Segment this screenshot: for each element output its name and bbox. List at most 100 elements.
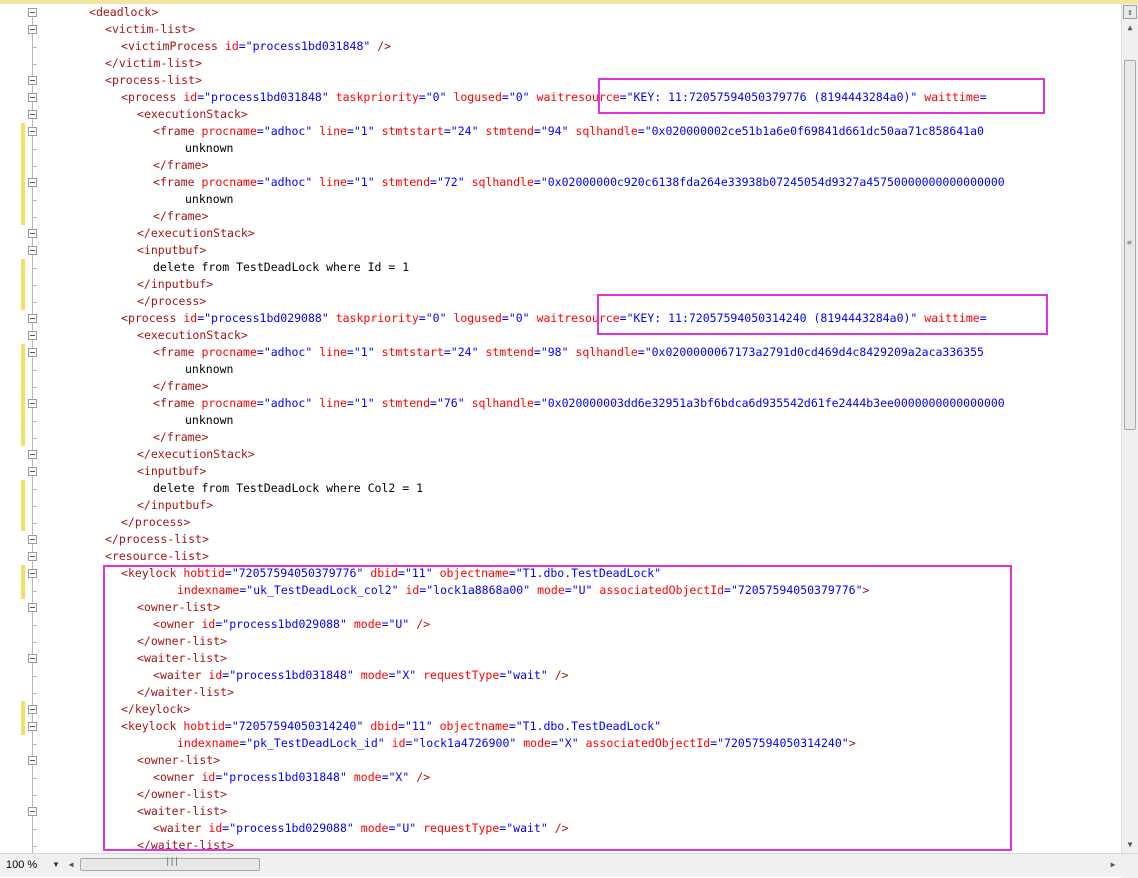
code-line[interactable]: <inputbuf>	[137, 463, 206, 480]
code-token: ="1"	[346, 396, 375, 410]
code-line[interactable]: unknown	[185, 140, 233, 157]
collapse-icon[interactable]	[28, 807, 37, 816]
code-line[interactable]: <deadlock>	[89, 4, 158, 21]
code-line[interactable]: </keylock>	[121, 701, 190, 718]
code-line[interactable]: <waiter-list>	[137, 803, 227, 820]
scroll-down-icon[interactable]: ▼	[1122, 837, 1138, 853]
collapse-icon[interactable]	[28, 25, 37, 34]
collapse-icon[interactable]	[28, 76, 37, 85]
code-line[interactable]: indexname="pk_TestDeadLock_id" id="lock1…	[177, 735, 856, 752]
collapse-icon[interactable]	[28, 654, 37, 663]
collapse-icon[interactable]	[28, 229, 37, 238]
code-line[interactable]: <waiter id="process1bd029088" mode="U" r…	[153, 820, 569, 837]
code-line[interactable]: </waiter-list>	[137, 837, 234, 853]
code-line[interactable]: unknown	[185, 361, 233, 378]
collapse-icon[interactable]	[28, 552, 37, 561]
code-line[interactable]: </frame>	[153, 429, 208, 446]
code-line[interactable]: <keylock hobtid="72057594050314240" dbid…	[121, 718, 661, 735]
code-line[interactable]: <waiter id="process1bd031848" mode="X" r…	[153, 667, 569, 684]
code-line[interactable]: <owner-list>	[137, 599, 220, 616]
code-token: />	[554, 668, 569, 682]
code-line[interactable]: indexname="uk_TestDeadLock_col2" id="loc…	[177, 582, 869, 599]
code-line[interactable]: <waiter-list>	[137, 650, 227, 667]
code-token: mode	[360, 668, 389, 682]
collapse-icon[interactable]	[28, 467, 37, 476]
code-line[interactable]: </executionStack>	[137, 225, 255, 242]
zoom-dropdown[interactable]: 100 % ▼	[2, 857, 62, 873]
code-line[interactable]: </process>	[121, 514, 190, 531]
collapse-icon[interactable]	[28, 8, 37, 17]
change-marker	[21, 361, 25, 395]
code-line[interactable]: </inputbuf>	[137, 497, 213, 514]
collapse-icon[interactable]	[28, 127, 37, 136]
collapse-icon[interactable]	[28, 722, 37, 731]
code-line[interactable]: </owner-list>	[137, 633, 227, 650]
code-line[interactable]: <process-list>	[105, 72, 202, 89]
vertical-scrollbar[interactable]: ⇕ ▲ ≡ ▼	[1121, 4, 1138, 853]
scroll-up-icon[interactable]: ▲	[1122, 20, 1138, 36]
code-line[interactable]: </process-list>	[105, 531, 209, 548]
code-line[interactable]: <owner id="process1bd029088" mode="U" />	[153, 616, 430, 633]
code-line[interactable]: <inputbuf>	[137, 242, 206, 259]
code-token: waiter-list	[143, 651, 221, 665]
code-line[interactable]: <victimProcess id="process1bd031848" />	[121, 38, 391, 55]
code-token: waittime	[924, 311, 980, 325]
collapse-icon[interactable]	[28, 178, 37, 187]
code-line[interactable]: <keylock hobtid="72057594050379776" dbid…	[121, 565, 661, 582]
code-token: victim-list	[118, 56, 196, 70]
code-line[interactable]: <executionStack>	[137, 327, 248, 344]
collapse-icon[interactable]	[28, 705, 37, 714]
scroll-left-icon[interactable]: ◀	[64, 858, 78, 872]
code-line[interactable]: <frame procname="adhoc" line="1" stmtsta…	[153, 344, 984, 361]
code-line[interactable]: </executionStack>	[137, 446, 255, 463]
code-line[interactable]: <frame procname="adhoc" line="1" stmtend…	[153, 174, 1005, 191]
collapse-icon[interactable]	[28, 399, 37, 408]
code-line[interactable]: <victim-list>	[105, 21, 195, 38]
code-line[interactable]: unknown	[185, 191, 233, 208]
code-line[interactable]: <process id="process1bd031848" taskprior…	[121, 89, 987, 106]
code-line[interactable]: </victim-list>	[105, 55, 202, 72]
code-line[interactable]: <owner-list>	[137, 752, 220, 769]
code-line[interactable]: </waiter-list>	[137, 684, 234, 701]
collapse-icon[interactable]	[28, 331, 37, 340]
code-line[interactable]: unknown	[185, 412, 233, 429]
code-line[interactable]: </inputbuf>	[137, 276, 213, 293]
code-token: line	[319, 124, 347, 138]
collapse-icon[interactable]	[28, 535, 37, 544]
collapse-icon[interactable]	[28, 756, 37, 765]
collapse-icon[interactable]	[28, 348, 37, 357]
code-line[interactable]: <owner id="process1bd031848" mode="X" />	[153, 769, 430, 786]
code-line[interactable]: </frame>	[153, 157, 208, 174]
code-line[interactable]: delete from TestDeadLock where Col2 = 1	[153, 480, 423, 497]
scroll-right-icon[interactable]: ▶	[1106, 858, 1120, 872]
code-line[interactable]: </owner-list>	[137, 786, 227, 803]
collapse-icon[interactable]	[28, 569, 37, 578]
code-line[interactable]: <process id="process1bd029088" taskprior…	[121, 310, 987, 327]
code-line[interactable]: <frame procname="adhoc" line="1" stmtend…	[153, 395, 1005, 412]
collapse-icon[interactable]	[28, 93, 37, 102]
split-view-icon[interactable]: ⇕	[1123, 5, 1137, 19]
code-token: >	[199, 294, 207, 308]
code-token: taskpriority	[335, 90, 419, 104]
collapse-icon[interactable]	[28, 603, 37, 612]
code-line[interactable]: <frame procname="adhoc" line="1" stmtsta…	[153, 123, 984, 140]
code-token: stmtstart	[381, 124, 444, 138]
code-line[interactable]: <resource-list>	[105, 548, 209, 565]
code-line[interactable]: </frame>	[153, 378, 208, 395]
code-line[interactable]: </frame>	[153, 208, 208, 225]
code-line[interactable]: </process>	[137, 293, 206, 310]
scrollbar-corner	[1122, 854, 1138, 878]
xml-editor[interactable]: <deadlock> <victim-list> <victimProcess id…	[0, 4, 1121, 853]
code-token: >	[151, 5, 159, 19]
collapse-icon[interactable]	[28, 450, 37, 459]
code-line[interactable]: delete from TestDeadLock where Id = 1	[153, 259, 409, 276]
horizontal-scroll-thumb[interactable]: |||	[80, 857, 260, 871]
vertical-scroll-thumb[interactable]: ≡	[1124, 60, 1136, 430]
collapse-icon[interactable]	[28, 246, 37, 255]
collapse-icon[interactable]	[28, 314, 37, 323]
code-line[interactable]: <executionStack>	[137, 106, 248, 123]
collapse-icon[interactable]	[28, 110, 37, 119]
